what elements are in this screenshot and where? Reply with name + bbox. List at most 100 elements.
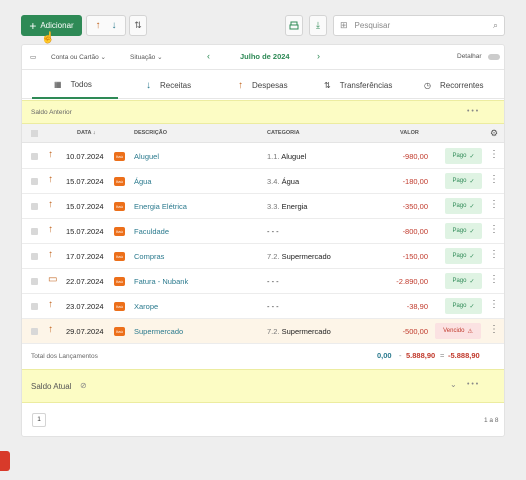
row-value: -2.890,00 — [396, 277, 428, 286]
row-value: -500,00 — [402, 327, 428, 336]
transfer-button[interactable]: ⇅ — [129, 15, 147, 36]
tab-label: Recorrentes — [439, 80, 484, 90]
select-all-checkbox[interactable] — [31, 130, 38, 137]
saldo-anterior-label: Saldo Anterior — [31, 109, 72, 116]
status-label: Pago — [452, 278, 467, 284]
search-input[interactable]: Pesquisar — [355, 21, 493, 30]
arrow-up-icon: ↑ — [48, 299, 53, 310]
column-descricao: DESCRIÇÃO — [134, 130, 168, 136]
saldo-atual-row: Saldo Atual ⊘ ⌄ • • • — [22, 369, 504, 403]
row-checkbox[interactable] — [31, 303, 38, 310]
row-category: 7.2. Supermercado — [267, 327, 331, 336]
arrow-down-icon: ↓ — [146, 79, 151, 91]
row-checkbox[interactable] — [31, 203, 38, 210]
chevron-down-icon[interactable]: ⌄ — [450, 380, 457, 389]
row-description[interactable]: Compras — [134, 252, 164, 261]
status-badge[interactable]: Pago ✓ — [445, 248, 482, 264]
status-badge[interactable]: Pago ✓ — [445, 198, 482, 214]
row-description[interactable]: Supermercado — [134, 327, 183, 336]
bank-logo: Itaú — [114, 152, 125, 161]
totals-minus: - — [399, 351, 402, 360]
prev-month-icon[interactable]: ‹ — [207, 51, 210, 61]
table-row[interactable]: ↑ 10.07.2024 Itaú Aluguel 1.1. Aluguel -980,0… — [22, 144, 504, 169]
row-checkbox[interactable] — [31, 253, 38, 260]
row-description[interactable]: Faculdade — [134, 227, 169, 236]
table-row[interactable]: ↑ 15.07.2024 Itaú Faculdade - - - -800,00 Pag… — [22, 219, 504, 244]
check-icon: ✓ — [469, 278, 475, 285]
tab-receitas[interactable]: ↓ Receitas — [146, 71, 191, 99]
row-menu-icon[interactable]: ⋮ — [489, 325, 499, 335]
row-description[interactable]: Xarope — [134, 302, 158, 311]
table-row[interactable]: ↑ 29.07.2024 Itaú Supermercado 7.2. Supermer… — [22, 319, 504, 344]
search-box[interactable]: ⊞ Pesquisar ⌕ — [333, 15, 505, 36]
row-checkbox[interactable] — [31, 328, 38, 335]
wallet-icon: ▭ — [30, 54, 37, 61]
column-data[interactable]: DATA ↓ — [77, 130, 96, 136]
add-button-label: Adicionar — [40, 21, 74, 30]
category-number: 7.2. — [267, 252, 280, 261]
totals-expense: 5.888,90 — [406, 351, 436, 360]
row-menu-icon[interactable]: ⋮ — [489, 225, 499, 235]
status-badge[interactable]: Pago ✓ — [445, 148, 482, 164]
row-description[interactable]: Fatura - Nubank — [134, 277, 188, 286]
eye-off-icon[interactable]: ⊘ — [80, 381, 87, 390]
page-button[interactable]: 1 — [32, 413, 46, 427]
row-checkbox[interactable] — [31, 278, 38, 285]
month-title: Julho de 2024 — [240, 52, 290, 61]
detail-toggle[interactable] — [488, 54, 500, 60]
row-description[interactable]: Energia Elétrica — [134, 202, 187, 211]
table-row[interactable]: ↑ 15.07.2024 Itaú Energia Elétrica 3.3. Ener… — [22, 194, 504, 219]
row-menu-icon[interactable]: ⋮ — [489, 250, 499, 260]
account-filter[interactable]: Conta ou Cartão ⌄ — [51, 53, 106, 61]
status-badge[interactable]: Vencido ⚠ — [435, 323, 481, 339]
row-checkbox[interactable] — [31, 153, 38, 160]
tab-recorrentes[interactable]: ◷ Recorrentes — [424, 71, 484, 99]
row-description[interactable]: Água — [134, 177, 152, 186]
help-widget[interactable] — [0, 451, 10, 471]
bank-logo: Itaú — [114, 227, 125, 236]
category-name: - - - — [267, 277, 279, 286]
row-menu-icon[interactable]: ⋮ — [489, 200, 499, 210]
row-menu-icon[interactable]: ⋮ — [489, 275, 499, 285]
print-button[interactable] — [285, 15, 303, 36]
status-badge[interactable]: Pago ✓ — [445, 223, 482, 239]
row-date: 23.07.2024 — [66, 302, 104, 311]
totals-label: Total dos Lançamentos — [31, 353, 98, 360]
more-icon[interactable]: • • • — [467, 108, 478, 115]
tab-label: Receitas — [160, 80, 192, 90]
row-value: -180,00 — [402, 177, 428, 186]
table-row[interactable]: ↑ 15.07.2024 Itaú Água 3.4. Água -180,00 Pago ✓… — [22, 169, 504, 194]
more-icon[interactable]: • • • — [467, 381, 478, 388]
row-date: 15.07.2024 — [66, 202, 104, 211]
calendar-icon: ▦ — [54, 79, 62, 89]
next-month-icon[interactable]: › — [317, 51, 320, 61]
table-row[interactable]: ↑ 17.07.2024 Itaú Compras 7.2. Supermercado -… — [22, 244, 504, 269]
tab-todos[interactable]: ▦ Todos — [32, 71, 118, 99]
category-name: Energia — [281, 202, 308, 211]
row-description[interactable]: Aluguel — [134, 152, 159, 161]
status-badge[interactable]: Pago ✓ — [445, 173, 482, 189]
status-filter[interactable]: Situação ⌄ — [130, 53, 163, 61]
row-menu-icon[interactable]: ⋮ — [489, 175, 499, 185]
table-row[interactable]: ↑ 23.07.2024 Itaú Xarope - - - -38,90 Pago ✓ ⋮ — [22, 294, 504, 319]
download-button[interactable]: ⤓ — [309, 15, 327, 36]
arrow-down-icon[interactable]: ↓ — [112, 20, 117, 31]
tab-label: Transferências — [339, 80, 393, 90]
arrow-up-icon[interactable]: ↑ — [96, 20, 101, 31]
row-checkbox[interactable] — [31, 228, 38, 235]
status-badge[interactable]: Pago ✓ — [445, 298, 482, 314]
tab-transferencias[interactable]: ⇅ Transferências — [324, 71, 392, 99]
toolbar: + Adicionar ↑ ↓ ⇅ ⤓ ⊞ Pesquisar ⌕ — [21, 15, 505, 36]
row-menu-icon[interactable]: ⋮ — [489, 150, 499, 160]
row-category: 7.2. Supermercado — [267, 252, 331, 261]
category-number: 3.4. — [267, 177, 280, 186]
row-category: 3.3. Energia — [267, 202, 307, 211]
table-row[interactable]: ▭ 22.07.2024 Itaú Fatura - Nubank - - - -2.8… — [22, 269, 504, 294]
sort-group: ↑ ↓ — [86, 15, 126, 36]
tab-despesas[interactable]: ↑ Despesas — [238, 71, 288, 99]
search-icon[interactable]: ⌕ — [493, 20, 498, 31]
row-checkbox[interactable] — [31, 178, 38, 185]
row-menu-icon[interactable]: ⋮ — [489, 300, 499, 310]
gear-icon[interactable]: ⚙ — [490, 128, 498, 139]
status-badge[interactable]: Pago ✓ — [445, 273, 482, 289]
